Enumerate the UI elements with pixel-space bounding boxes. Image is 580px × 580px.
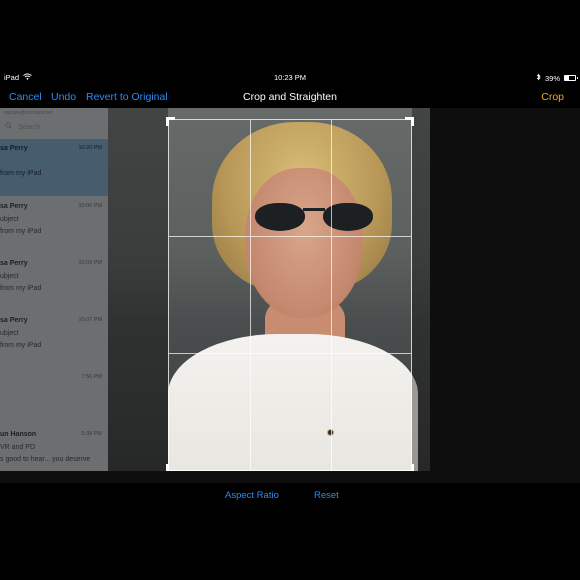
clock: 10:23 PM (273, 73, 307, 82)
bluetooth-icon (536, 73, 541, 83)
crop-button[interactable]: Crop (541, 91, 564, 103)
crop-grid-line (250, 120, 251, 470)
crop-handle-top-right[interactable] (405, 117, 414, 126)
battery-level-fill (565, 76, 569, 80)
crop-handle-bottom-right[interactable] (405, 464, 414, 471)
crop-grid-line (331, 120, 332, 470)
battery-percent: 39% (544, 73, 560, 83)
crop-grid-line (169, 236, 411, 237)
crop-frame[interactable] (166, 117, 414, 471)
nav-bar: Cancel Undo Revert to Original Crop and … (0, 86, 580, 108)
photo-canvas[interactable]: mpcate@comcast.net Search sa Perry 10:20… (0, 108, 430, 471)
crop-handle-top-left[interactable] (166, 117, 175, 126)
battery-icon (564, 75, 578, 81)
crop-handle-bottom-left[interactable] (166, 464, 175, 471)
page-title: Crop and Straighten (243, 91, 337, 103)
aspect-ratio-button[interactable]: Aspect Ratio (225, 490, 279, 501)
crop-mask-left (0, 108, 168, 471)
reset-button[interactable]: Reset (314, 490, 339, 501)
bottom-toolbar: Aspect Ratio Reset (0, 483, 580, 507)
crop-grid-line (169, 353, 411, 354)
status-bar: iPad 10:23 PM 39% (0, 71, 580, 85)
crop-mask-right (412, 108, 430, 471)
